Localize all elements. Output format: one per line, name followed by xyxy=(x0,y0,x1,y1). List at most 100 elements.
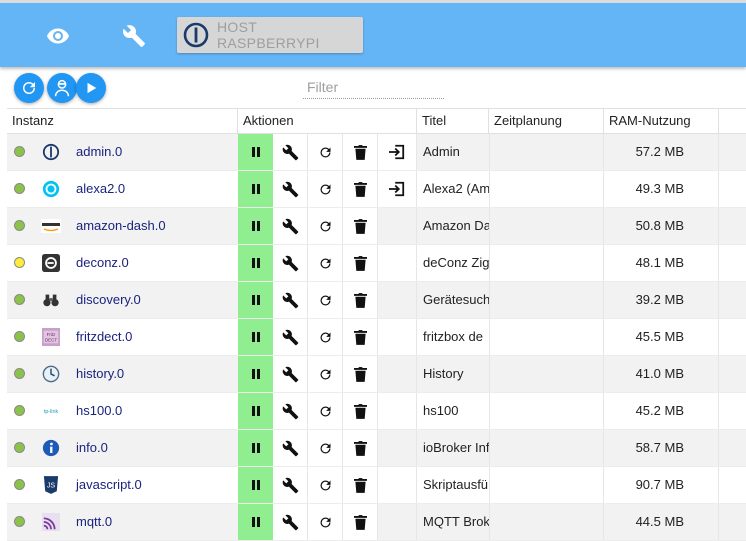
instance-name-link[interactable]: deconz.0 xyxy=(76,245,129,281)
delete-button[interactable] xyxy=(343,393,378,429)
iobroker-admin-icon xyxy=(41,142,61,162)
wrench-icon xyxy=(282,514,299,531)
pause-instance-button[interactable] xyxy=(238,467,273,503)
pause-instance-button[interactable] xyxy=(238,245,273,281)
instance-title: Alexa2 (Am xyxy=(423,181,489,196)
pause-instance-button[interactable] xyxy=(238,430,273,466)
iobroker-logo-icon xyxy=(183,22,209,48)
wrench-icon xyxy=(282,477,299,494)
restart-button[interactable] xyxy=(308,319,343,355)
table-header: Instanz Aktionen Titel Zeitplanung RAM-N… xyxy=(7,108,746,134)
restart-button[interactable] xyxy=(308,504,343,540)
delete-button[interactable] xyxy=(343,134,378,170)
start-all-button[interactable] xyxy=(76,73,106,103)
pause-instance-button[interactable] xyxy=(238,356,273,392)
empty-action-cell xyxy=(378,393,417,429)
status-indicator xyxy=(14,442,25,453)
instance-name-link[interactable]: discovery.0 xyxy=(76,282,141,318)
settings-button[interactable] xyxy=(273,504,308,540)
delete-button[interactable] xyxy=(343,282,378,318)
expert-mode-button[interactable] xyxy=(47,73,77,103)
pause-instance-button[interactable] xyxy=(238,504,273,540)
host-selector-button[interactable]: HOST RASPBERRYPI xyxy=(177,17,363,53)
restart-button[interactable] xyxy=(308,134,343,170)
column-header-actions[interactable]: Aktionen xyxy=(238,109,417,133)
pause-instance-button[interactable] xyxy=(238,282,273,318)
instance-name-link[interactable]: history.0 xyxy=(76,356,124,392)
pause-icon xyxy=(250,442,262,454)
restart-button[interactable] xyxy=(308,430,343,466)
delete-button[interactable] xyxy=(343,208,378,244)
instance-name-link[interactable]: admin.0 xyxy=(76,134,122,170)
column-header-title[interactable]: Titel xyxy=(417,109,489,133)
settings-button[interactable] xyxy=(273,319,308,355)
table-row: amazon-dash.0 Amazon Da 50.8 MB xyxy=(7,208,746,245)
settings-button[interactable] xyxy=(273,430,308,466)
eye-icon[interactable] xyxy=(45,23,71,49)
amazon-icon xyxy=(41,216,61,236)
restart-button[interactable] xyxy=(308,356,343,392)
status-indicator xyxy=(14,257,25,268)
delete-button[interactable] xyxy=(343,171,378,207)
open-link-icon xyxy=(388,181,406,197)
ram-usage: 44.5 MB xyxy=(604,504,719,540)
wrench-icon xyxy=(282,329,299,346)
restart-button[interactable] xyxy=(308,282,343,318)
instance-name-link[interactable]: javascript.0 xyxy=(76,467,142,503)
ram-usage: 50.8 MB xyxy=(604,208,719,244)
pause-icon xyxy=(250,479,262,491)
instance-title: fritzbox de xyxy=(423,329,483,344)
delete-button[interactable] xyxy=(343,245,378,281)
trash-icon xyxy=(353,366,367,382)
filter-input[interactable] xyxy=(303,76,444,99)
settings-button[interactable] xyxy=(273,356,308,392)
column-header-instance[interactable]: Instanz xyxy=(7,109,238,133)
reload-icon xyxy=(318,478,333,493)
instance-name-link[interactable]: info.0 xyxy=(76,430,108,466)
restart-button[interactable] xyxy=(308,467,343,503)
trash-icon xyxy=(353,514,367,530)
instance-name-link[interactable]: fritzdect.0 xyxy=(76,319,132,355)
trash-icon xyxy=(353,477,367,493)
pause-instance-button[interactable] xyxy=(238,208,273,244)
settings-button[interactable] xyxy=(273,282,308,318)
instance-name-link[interactable]: hs100.0 xyxy=(76,393,122,429)
settings-button[interactable] xyxy=(273,208,308,244)
delete-button[interactable] xyxy=(343,467,378,503)
status-indicator xyxy=(14,479,25,490)
open-web-button[interactable] xyxy=(378,171,417,207)
wrench-icon[interactable] xyxy=(121,23,147,49)
instance-name-link[interactable]: amazon-dash.0 xyxy=(76,208,166,244)
restart-button[interactable] xyxy=(308,245,343,281)
delete-button[interactable] xyxy=(343,356,378,392)
refresh-button[interactable] xyxy=(14,73,44,103)
table-body: admin.0 Admin 57.2 MB alexa2.0 Alexa2 (A… xyxy=(7,134,746,541)
table-row: admin.0 Admin 57.2 MB xyxy=(7,134,746,171)
settings-button[interactable] xyxy=(273,393,308,429)
svg-text:tp-link: tp-link xyxy=(44,409,59,415)
delete-button[interactable] xyxy=(343,319,378,355)
pause-instance-button[interactable] xyxy=(238,171,273,207)
column-header-ram[interactable]: RAM-Nutzung xyxy=(604,109,719,133)
status-indicator xyxy=(14,294,25,305)
restart-button[interactable] xyxy=(308,393,343,429)
column-header-schedule[interactable]: Zeitplanung xyxy=(489,109,604,133)
settings-button[interactable] xyxy=(273,467,308,503)
settings-button[interactable] xyxy=(273,134,308,170)
restart-button[interactable] xyxy=(308,208,343,244)
open-web-button[interactable] xyxy=(378,134,417,170)
settings-button[interactable] xyxy=(273,245,308,281)
pause-instance-button[interactable] xyxy=(238,319,273,355)
pause-instance-button[interactable] xyxy=(238,393,273,429)
pause-instance-button[interactable] xyxy=(238,134,273,170)
instance-name-link[interactable]: alexa2.0 xyxy=(76,171,125,207)
settings-button[interactable] xyxy=(273,171,308,207)
restart-button[interactable] xyxy=(308,171,343,207)
table-row: info.0 ioBroker Inf 58.7 MB xyxy=(7,430,746,467)
ram-usage: 48.1 MB xyxy=(604,245,719,281)
instance-name-link[interactable]: mqtt.0 xyxy=(76,504,112,540)
delete-button[interactable] xyxy=(343,504,378,540)
delete-button[interactable] xyxy=(343,430,378,466)
empty-action-cell xyxy=(378,430,417,466)
empty-action-cell xyxy=(378,282,417,318)
